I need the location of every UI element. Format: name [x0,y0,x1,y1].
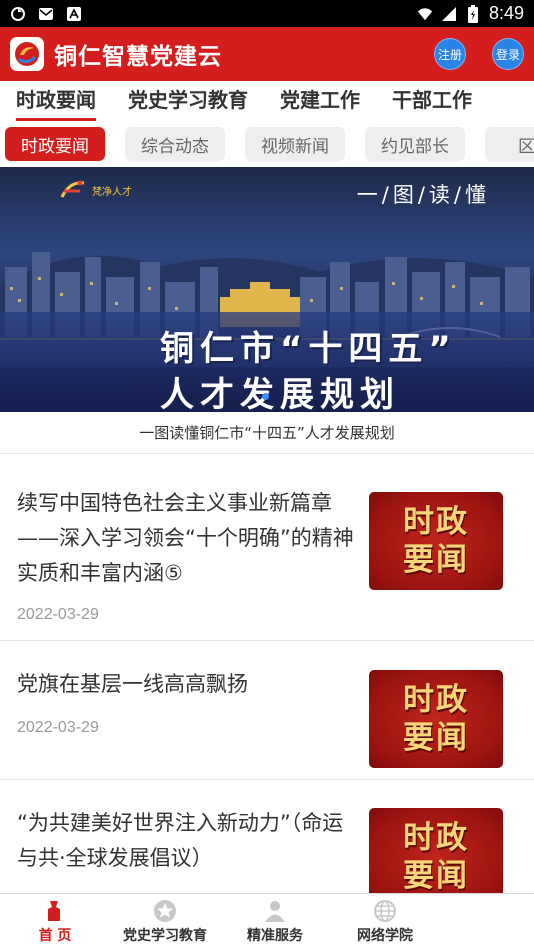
carousel-indicator[interactable] [262,393,269,400]
nav-home-label: 首 页 [38,928,72,944]
mail-icon [38,6,54,22]
thumb-text-line1: 时政 [403,504,469,540]
register-button[interactable]: 注册 [434,38,466,70]
thumb-text-line2: 要闻 [403,720,469,756]
app-logo [10,37,44,71]
nav-precise-service[interactable]: 精准服务 [220,894,330,950]
thumb-text-line2: 要闻 [403,542,469,578]
app-header: 铜仁智慧党建云 注册 登录 [0,27,534,81]
thumb-text-line2: 要闻 [403,858,469,893]
sync-icon [10,6,26,22]
tab-party-building[interactable]: 党建工作 [264,81,376,121]
subtab-general-news[interactable]: 综合动态 [125,127,225,161]
banner-headline-1: 铜仁市“十四五” [160,329,457,369]
news-title[interactable]: “为共建美好世界注入新动力”（命运与共·全球发展倡议） [17,806,357,876]
wifi-icon [417,6,433,22]
tab-party-history[interactable]: 党史学习教育 [112,81,264,121]
subtab-districts[interactable]: 区县 [485,127,534,161]
list-item[interactable]: “为共建美好世界注入新动力”（命运与共·全球发展倡议） 时政 要闻 [0,780,534,893]
subtab-current-affairs[interactable]: 时政要闻 [5,127,105,161]
subtab-video-news[interactable]: 视频新闻 [245,127,345,161]
news-thumbnail[interactable]: 时政 要闻 [369,808,503,893]
nav-party-history[interactable]: 党史学习教育 [110,894,220,950]
banner-carousel[interactable]: 梵净人才 一/图/读/懂 铜仁市“十四五” 人才发展规划 [0,167,534,412]
battery-icon [465,4,481,23]
banner-logo: 梵净人才 [60,179,132,201]
nav-precise-service-label: 精准服务 [247,928,303,944]
news-title[interactable]: 续写中国特色社会主义事业新篇章——深入学习领会“十个明确”的精神实质和丰富内涵⑤ [17,486,357,591]
news-title[interactable]: 党旗在基层一线高高飘扬 [17,667,357,702]
thumb-text-line1: 时政 [403,682,469,718]
banner-caption[interactable]: 一图读懂铜仁市“十四五”人才发展规划 [0,412,534,454]
news-thumbnail[interactable]: 时政 要闻 [369,492,503,590]
home-icon [43,899,67,923]
nav-home[interactable]: 首 页 [0,894,110,950]
list-item[interactable]: 党旗在基层一线高高飘扬 2022-03-29 时政 要闻 [0,641,534,780]
tab-cadre-work[interactable]: 干部工作 [376,81,488,121]
thumb-text-line1: 时政 [403,820,469,856]
signal-icon [441,6,457,22]
app-title: 铜仁智慧党建云 [54,44,222,70]
news-date: 2022-03-29 [17,606,99,623]
status-left [10,6,82,22]
status-right: 8:49 [417,3,524,24]
nav-online-academy-label: 网络学院 [357,928,413,944]
nav-online-academy[interactable]: 网络学院 [330,894,440,950]
status-time: 8:49 [488,3,524,23]
star-icon [153,899,177,923]
banner-headline-2: 人才发展规划 [160,375,400,412]
sub-tabs: 时政要闻 综合动态 视频新闻 约见部长 区县 [0,121,534,167]
subtab-meet-minister[interactable]: 约见部长 [365,127,465,161]
header-buttons: 注册 登录 [434,38,524,70]
tab-current-affairs[interactable]: 时政要闻 [0,81,112,121]
banner-logo-text: 梵净人才 [92,186,132,198]
bottom-nav: 首 页 党史学习教育 精准服务 网络学院 [0,893,534,950]
banner-tag: 一/图/读/懂 [356,183,490,207]
news-date: 2022-03-29 [17,719,99,736]
list-item[interactable]: 续写中国特色社会主义事业新篇章——深入学习领会“十个明确”的精神实质和丰富内涵⑤… [0,454,534,641]
status-bar: 8:49 [0,0,534,27]
person-icon [263,899,287,923]
news-thumbnail[interactable]: 时政 要闻 [369,670,503,768]
main-tabs: 时政要闻 党史学习教育 党建工作 干部工作 [0,81,534,121]
talent-logo-icon [60,180,85,198]
nav-party-history-label: 党史学习教育 [123,928,207,944]
login-button[interactable]: 登录 [492,38,524,70]
app-notification-icon [66,6,82,22]
party-logo-icon [15,42,39,66]
globe-icon [373,899,397,923]
